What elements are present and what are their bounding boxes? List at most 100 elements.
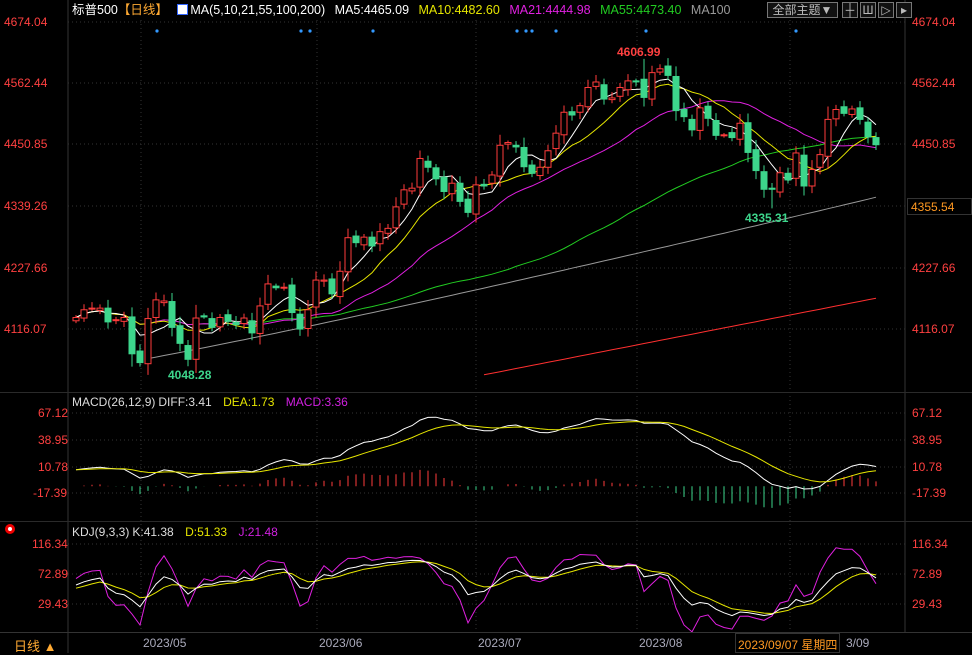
candle-body	[520, 146, 528, 168]
candle-body	[144, 318, 152, 365]
macd-axis-label: 10.78	[912, 460, 943, 474]
chart-play-icon[interactable]: ▷	[878, 2, 894, 18]
candle-body	[424, 160, 432, 168]
candle-body	[360, 236, 368, 246]
candle-body	[872, 137, 880, 146]
signal-dot	[530, 29, 534, 33]
macd-axis-label: -17.39	[912, 486, 947, 500]
candle-body	[488, 174, 496, 184]
candle-body	[304, 309, 312, 329]
candle-body	[448, 182, 456, 195]
candle-body	[624, 80, 632, 91]
chart-header: 标普500【日线】 MA(5,10,21,55,100,200) MA5:446…	[72, 0, 737, 20]
chart-next-icon[interactable]: ▸	[896, 2, 912, 18]
candle-body	[96, 307, 104, 311]
kdj-title: KDJ(9,3,3)	[72, 525, 130, 539]
candle-body	[440, 176, 448, 192]
macd-diff: DIFF:3.41	[158, 395, 212, 409]
month-label: 2023/07	[478, 636, 522, 650]
macd-title: MACD(26,12,9)	[72, 395, 156, 409]
candle-body	[504, 142, 512, 145]
candle-body	[216, 316, 224, 328]
candle-body	[848, 108, 856, 115]
candle-body	[208, 318, 216, 328]
candle-body	[296, 313, 304, 330]
kdj-d-line	[75, 561, 877, 615]
candle-body	[224, 314, 232, 322]
candle-body	[80, 309, 88, 319]
signal-dot	[554, 29, 558, 33]
candle-body	[456, 182, 464, 202]
candle-body	[400, 189, 408, 205]
ma55-value: MA55:4473.40	[600, 3, 682, 17]
candle-body	[408, 187, 416, 192]
candle-body	[160, 300, 168, 304]
month-label: 3/09	[846, 636, 870, 650]
candle-body	[104, 307, 112, 323]
candle-body	[432, 167, 440, 180]
ma21-value: MA21:4444.98	[509, 3, 591, 17]
candle-body	[656, 68, 664, 73]
candle-body	[280, 286, 288, 289]
signal-dot	[155, 29, 159, 33]
ma-chart-icon[interactable]	[177, 4, 189, 15]
signal-dot	[308, 29, 312, 33]
candle-body	[392, 206, 400, 229]
high-annotation: 4606.99	[617, 45, 661, 59]
candle-body	[272, 285, 280, 289]
kdj-axis-label: 116.34	[32, 537, 68, 551]
candle-body	[72, 316, 80, 322]
candle-body	[256, 305, 264, 334]
candle-body	[496, 144, 504, 177]
candle-body	[616, 86, 624, 97]
candle-body	[728, 132, 736, 139]
kdj-k: K:41.38	[132, 525, 174, 539]
chart-split-icon[interactable]: Ш	[860, 2, 876, 18]
y-label-left: 4339.26	[4, 199, 48, 213]
macd-axis-label: -17.39	[33, 486, 68, 500]
kdj-axis-label: 72.89	[912, 567, 943, 581]
candle-body	[688, 118, 696, 131]
candle-body	[248, 320, 256, 334]
y-label-left: 4227.66	[4, 261, 48, 275]
y-label-left: 4674.04	[4, 15, 48, 29]
candle-body	[328, 278, 336, 295]
kdj-legend: KDJ(9,3,3) K:41.38 D:51.33 J:21.48	[72, 525, 286, 539]
ma100-value: MA100	[690, 3, 731, 17]
candle-body	[480, 183, 488, 187]
candle-body	[544, 150, 552, 168]
candle-body	[712, 120, 720, 136]
signal-dot	[371, 29, 375, 33]
signal-dot	[794, 29, 798, 33]
kdj-d: D:51.33	[185, 525, 228, 539]
ma10-value: MA10:4482.60	[418, 3, 500, 17]
candle-body	[576, 105, 584, 113]
candle-body	[416, 157, 424, 188]
macd-axis-label: 38.95	[912, 433, 943, 447]
macd-value: MACD:3.36	[285, 395, 348, 409]
candle-body	[552, 132, 560, 150]
candle-body	[184, 345, 192, 360]
candle-body	[600, 84, 608, 100]
low-annotation: 4335.31	[745, 211, 789, 225]
candle-body	[824, 118, 832, 157]
candle-body	[680, 109, 688, 118]
candle-body	[752, 149, 760, 172]
macd-axis-label: 67.12	[38, 406, 69, 420]
candle-body	[112, 319, 120, 322]
y-label-right: 4674.04	[912, 15, 956, 29]
candle-body	[816, 154, 824, 168]
candle-body	[464, 198, 472, 213]
candle-body	[864, 121, 872, 138]
theme-button[interactable]: 全部主题▼	[767, 2, 838, 18]
grid-icon[interactable]: ┼	[842, 2, 858, 18]
period-button[interactable]: 日线 ▲	[14, 636, 56, 655]
candle-body	[312, 279, 320, 308]
indicator-settings-icon[interactable]	[5, 524, 15, 534]
candle-body	[672, 75, 680, 112]
chart-canvas[interactable]	[0, 0, 972, 653]
candle-body	[472, 184, 480, 215]
candle-body	[648, 72, 656, 100]
candle-body	[760, 171, 768, 190]
candle-body	[784, 172, 792, 181]
